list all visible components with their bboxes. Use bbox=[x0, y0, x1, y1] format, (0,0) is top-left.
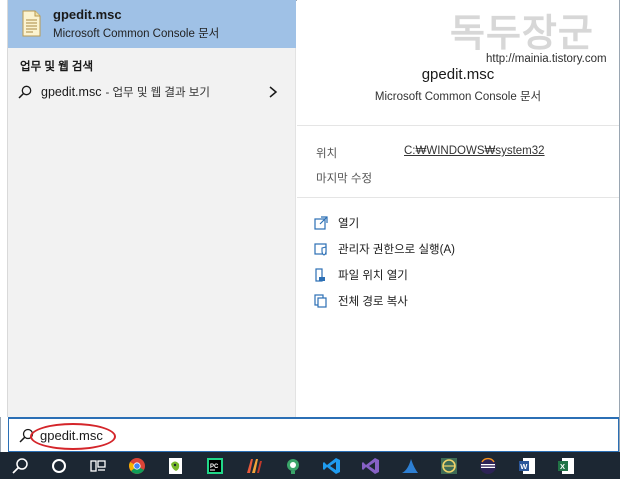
divider bbox=[297, 197, 619, 198]
web-search-query: gpedit.msc bbox=[41, 85, 102, 99]
pycharm-icon: PC bbox=[206, 457, 223, 474]
action-open[interactable]: 열기 bbox=[314, 213, 359, 233]
detail-title: gpedit.msc bbox=[421, 66, 495, 83]
action-copy-full-path-label: 전체 경로 복사 bbox=[338, 296, 408, 308]
taskbar-search-button[interactable] bbox=[0, 452, 39, 479]
best-match-title: gpedit.msc bbox=[53, 7, 122, 22]
cleanup-icon bbox=[246, 458, 262, 473]
notepadpp-icon bbox=[168, 457, 182, 474]
search-icon bbox=[19, 428, 34, 443]
search-input[interactable] bbox=[40, 427, 240, 443]
divider bbox=[297, 125, 619, 126]
circle-app-icon bbox=[440, 457, 457, 474]
left-edge-strip bbox=[0, 0, 8, 417]
taskbar-shark-app[interactable] bbox=[390, 452, 429, 479]
web-search-suffix: - 업무 및 웹 결과 보기 bbox=[105, 87, 210, 99]
open-icon bbox=[314, 216, 328, 230]
taskbar-circle-app[interactable] bbox=[429, 452, 468, 479]
visual-studio-icon bbox=[361, 457, 379, 474]
web-search-result[interactable]: gpedit.msc - 업무 및 웹 결과 보기 bbox=[8, 78, 296, 106]
run-as-admin-icon bbox=[314, 243, 327, 256]
search-icon bbox=[18, 85, 32, 99]
cortana-icon bbox=[51, 458, 66, 473]
search-box[interactable] bbox=[8, 417, 619, 452]
excel-icon: X bbox=[557, 457, 574, 474]
taskbar-vscode[interactable] bbox=[312, 452, 351, 479]
svg-text:PC: PC bbox=[210, 464, 219, 470]
action-open-file-location-label: 파일 위치 열기 bbox=[338, 270, 408, 282]
taskbar-visual-studio[interactable] bbox=[351, 452, 390, 479]
action-run-as-admin-label: 관리자 권한으로 실행(A) bbox=[338, 244, 455, 256]
action-run-as-admin[interactable]: 관리자 권한으로 실행(A) bbox=[314, 239, 455, 259]
taskbar-cortana-button[interactable] bbox=[39, 452, 78, 479]
eclipse-icon bbox=[479, 457, 496, 474]
best-match-subtitle: Microsoft Common Console 문서 bbox=[53, 28, 220, 40]
taskbar: PC W X bbox=[0, 452, 620, 479]
task-view-icon bbox=[89, 459, 106, 472]
msc-document-icon bbox=[22, 10, 41, 37]
best-match-result[interactable]: gpedit.msc Microsoft Common Console 문서 bbox=[8, 0, 296, 48]
search-icon bbox=[11, 457, 28, 474]
taskbar-word[interactable]: W bbox=[507, 452, 546, 479]
taskbar-notepadpp[interactable] bbox=[156, 452, 195, 479]
action-copy-full-path[interactable]: 전체 경로 복사 bbox=[314, 291, 408, 311]
web-section-heading: 업무 및 웹 검색 bbox=[20, 61, 94, 73]
taskbar-cleanup[interactable] bbox=[234, 452, 273, 479]
word-icon: W bbox=[518, 457, 535, 474]
app-icon bbox=[286, 458, 299, 474]
action-open-label: 열기 bbox=[338, 218, 360, 230]
shark-icon bbox=[401, 458, 418, 473]
taskbar-eclipse[interactable] bbox=[468, 452, 507, 479]
svg-text:X: X bbox=[560, 462, 565, 471]
taskbar-excel[interactable]: X bbox=[546, 452, 585, 479]
location-label: 위치 bbox=[316, 148, 338, 160]
copy-path-icon bbox=[314, 294, 327, 308]
detail-subtitle: Microsoft Common Console 문서 bbox=[374, 91, 542, 103]
action-open-file-location[interactable]: 파일 위치 열기 bbox=[314, 265, 408, 285]
location-link[interactable]: C:₩WINDOWS₩system32 bbox=[404, 145, 545, 157]
watermark-url: http://mainia.tistory.com bbox=[486, 53, 607, 65]
results-panel: gpedit.msc Microsoft Common Console 문서 업… bbox=[8, 0, 296, 417]
chrome-icon bbox=[128, 457, 145, 474]
vscode-icon bbox=[322, 457, 340, 474]
taskbar-pycharm[interactable]: PC bbox=[195, 452, 234, 479]
svg-text:W: W bbox=[520, 462, 528, 471]
taskbar-chrome[interactable] bbox=[117, 452, 156, 479]
file-location-icon bbox=[315, 268, 325, 282]
taskbar-task-view-button[interactable] bbox=[78, 452, 117, 479]
modified-label: 마지막 수정 bbox=[316, 173, 373, 185]
taskbar-app[interactable] bbox=[273, 452, 312, 479]
watermark-logo: 독두장군 bbox=[450, 11, 594, 55]
chevron-right-icon[interactable] bbox=[268, 85, 278, 99]
